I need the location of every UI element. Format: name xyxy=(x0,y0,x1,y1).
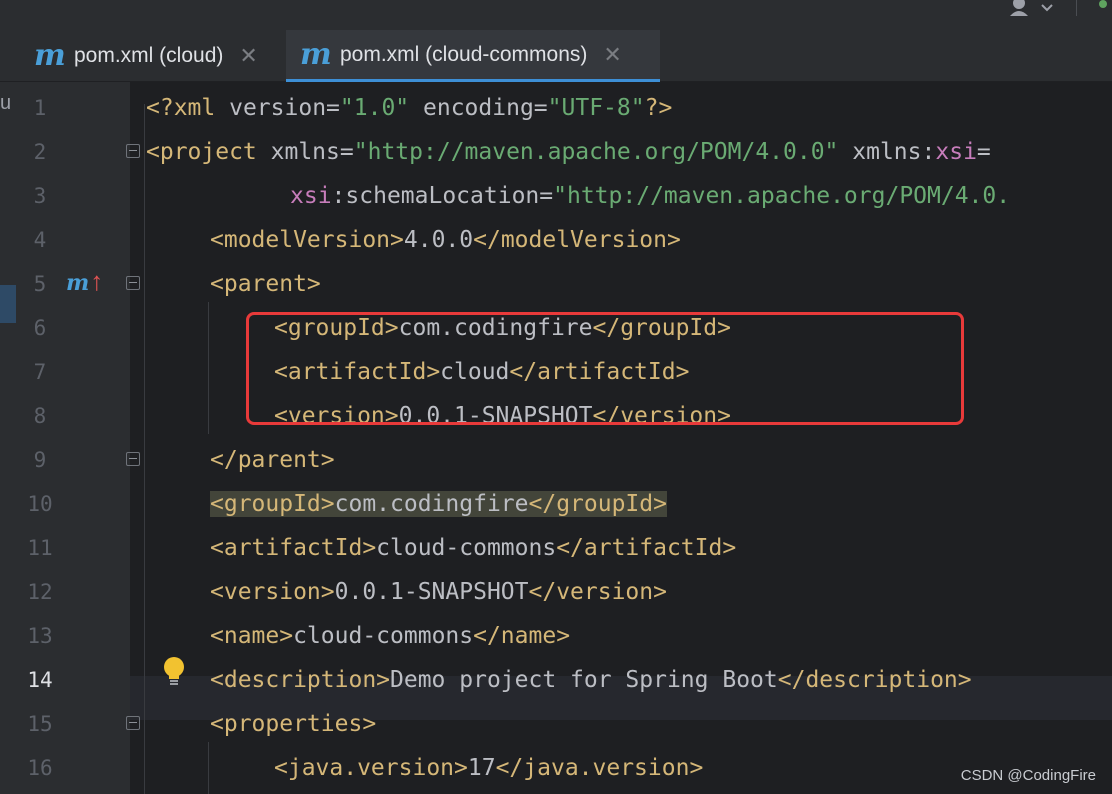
line-number: 3 xyxy=(33,184,47,208)
fold-marker[interactable] xyxy=(126,716,140,730)
project-panel-text: u xyxy=(0,92,12,114)
toolbar-icons xyxy=(1008,0,1112,16)
line-number: 1 xyxy=(33,96,47,120)
tab-pom-cloud-commons[interactable]: m pom.xml (cloud-commons) ✕ xyxy=(286,30,660,82)
line-number: 15 xyxy=(27,712,53,736)
line-number: 12 xyxy=(27,580,53,604)
line-number: 11 xyxy=(27,536,53,560)
code-line-16: <java.version>17</java.version> xyxy=(274,755,704,781)
editor-tab-bar: m pom.xml (cloud) ✕ m pom.xml (cloud-com… xyxy=(0,30,1112,82)
line-number: 10 xyxy=(27,492,53,516)
user-icon[interactable] xyxy=(1008,0,1038,16)
fold-marker[interactable] xyxy=(126,452,140,466)
tab-label: pom.xml (cloud-commons) xyxy=(340,42,588,66)
indent-guide xyxy=(144,104,145,794)
watermark: CSDN @CodingFire xyxy=(960,767,1096,784)
code-line-14: <description>Demo project for Spring Boo… xyxy=(210,667,972,693)
project-panel-edge[interactable] xyxy=(0,82,18,794)
code-line-1: <?xml version="1.0" encoding="UTF-8"?> xyxy=(146,95,673,121)
line-number: 5 xyxy=(33,272,47,296)
line-number: 16 xyxy=(27,756,53,780)
line-number: 4 xyxy=(33,228,47,252)
tab-label: pom.xml (cloud) xyxy=(74,44,224,67)
code-line-11: <artifactId>cloud-commons</artifactId> xyxy=(210,535,737,561)
fold-marker[interactable] xyxy=(126,276,140,290)
chevron-down-icon[interactable] xyxy=(1040,3,1054,13)
maven-icon: m xyxy=(300,36,332,72)
code-line-3: xsi:schemaLocation="http://maven.apache.… xyxy=(290,183,1011,209)
toolbar-divider xyxy=(1076,0,1077,16)
line-number: 2 xyxy=(33,140,47,164)
close-icon[interactable]: ✕ xyxy=(603,42,621,68)
line-number-current: 14 xyxy=(27,668,53,692)
maven-parent-navigate-icon[interactable]: m ↑ xyxy=(66,266,103,297)
project-panel-selection xyxy=(0,285,16,323)
line-number: 7 xyxy=(33,360,47,384)
lightbulb-icon[interactable] xyxy=(162,656,186,686)
code-line-15: <properties> xyxy=(210,711,377,737)
code-line-5: <parent> xyxy=(210,271,321,297)
indent-guide xyxy=(208,302,209,434)
indent-guide xyxy=(208,742,209,794)
line-number: 8 xyxy=(33,404,47,428)
code-line-13: <name>cloud-commons</name> xyxy=(210,623,571,649)
maven-icon: m xyxy=(34,38,66,73)
code-line-9: </parent> xyxy=(210,447,335,473)
line-number: 6 xyxy=(33,316,47,340)
title-bar xyxy=(0,0,1112,30)
fold-marker[interactable] xyxy=(126,144,140,158)
close-icon[interactable]: ✕ xyxy=(239,43,257,69)
code-editor[interactable]: <?xml version="1.0" encoding="UTF-8"?> <… xyxy=(130,82,1112,794)
tab-pom-cloud[interactable]: m pom.xml (cloud) ✕ xyxy=(20,30,282,82)
annotation-highlight-box xyxy=(246,312,964,425)
line-number: 13 xyxy=(27,624,53,648)
code-line-12: <version>0.0.1-SNAPSHOT</version> xyxy=(210,579,667,605)
code-line-10: <groupId>com.codingfire</groupId> xyxy=(210,491,667,517)
run-indicator-icon[interactable] xyxy=(1091,0,1112,16)
line-number: 9 xyxy=(33,448,47,472)
code-line-2: <project xmlns="http://maven.apache.org/… xyxy=(146,139,991,165)
code-line-4: <modelVersion>4.0.0</modelVersion> xyxy=(210,227,681,253)
